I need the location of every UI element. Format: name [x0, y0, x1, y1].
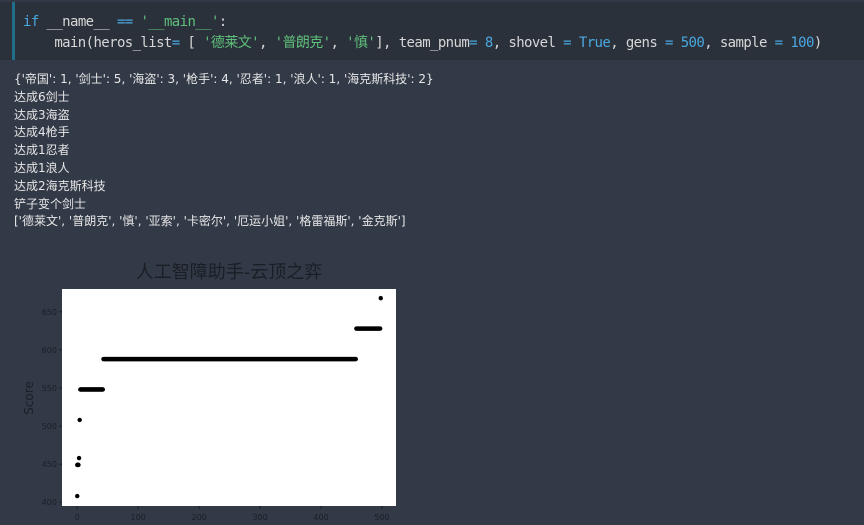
data-point: [378, 295, 383, 301]
data-point: [77, 417, 82, 423]
output-line: {'帝国': 1, '剑士': 5, '海盗': 3, '枪手': 4, '忍者…: [14, 72, 434, 86]
code-text: ,: [330, 35, 347, 51]
operator: =: [665, 35, 673, 51]
code-cell[interactable]: if __name__ == '__main__': main(heros_li…: [0, 2, 864, 60]
score-chart: 人工智障助手-云顶之弈 Score 0 100 200 300 400 500 400 450…: [22, 262, 396, 522]
x-tick-label: 200: [191, 513, 206, 522]
code-text: ], team_pnum: [375, 35, 470, 51]
y-tick-label: 400: [42, 498, 57, 507]
operator: =: [469, 35, 478, 51]
x-tick-label: 100: [131, 513, 146, 522]
code-text: :: [218, 14, 227, 30]
x-tick-label: 400: [313, 513, 328, 522]
y-tick-label: 550: [42, 384, 57, 393]
output-line: 达成4枪手: [14, 125, 70, 140]
output-line: ['德莱文', '普朗克', '慎', '亚索', '卡密尔', '厄运小姐',…: [14, 214, 406, 229]
data-point: [76, 462, 81, 468]
string: '普朗克': [274, 35, 331, 51]
output-line: 达成6剑士: [14, 89, 70, 104]
data-point: [100, 387, 106, 392]
operator: ==: [116, 14, 133, 30]
x-tick-label: 0: [75, 513, 80, 522]
code-line-1: if __name__ == '__main__':: [23, 12, 822, 33]
x-tick-label: 300: [252, 513, 267, 522]
string: '__main__': [140, 14, 219, 30]
data-point: [377, 326, 383, 331]
operator: =: [774, 35, 783, 51]
operator: =: [171, 35, 180, 51]
code-text: , gens: [610, 35, 665, 51]
x-tick-label: 500: [374, 513, 389, 522]
code-text: , sample: [704, 35, 775, 51]
data-point: [76, 455, 82, 461]
cell-output: {'帝国': 1, '剑士': 5, '海盗': 3, '枪手': 4, '忍者…: [14, 71, 434, 231]
data-point: [353, 356, 358, 362]
code-editor[interactable]: if __name__ == '__main__': main(heros_li…: [23, 12, 822, 54]
plot-area: [62, 289, 396, 506]
code-line-2: main(heros_list= [ '德莱文', '普朗克', '慎'], t…: [23, 33, 822, 54]
output-line: 达成1浪人: [14, 160, 70, 175]
string: '德莱文': [203, 35, 259, 51]
code-text: , shovel: [492, 35, 564, 51]
data-point: [75, 493, 80, 499]
y-tick-label: 600: [42, 346, 57, 355]
output-line: 铲子变个剑士: [14, 196, 87, 211]
code-text: __name__: [38, 14, 117, 30]
code-text: main(heros_list: [23, 35, 172, 51]
chart-title: 人工智障助手-云顶之弈: [136, 262, 323, 283]
number: 100: [790, 35, 814, 51]
output-line: 达成3海盗: [14, 107, 70, 122]
output-line: 达成2海克斯科技: [14, 178, 106, 193]
number: 8: [484, 35, 493, 51]
y-axis-label: Score: [22, 381, 36, 415]
code-text: ): [813, 35, 822, 51]
y-tick-label: 650: [42, 308, 57, 317]
cell-selection-bar: [12, 2, 15, 60]
y-tick-label: 450: [42, 460, 57, 469]
code-text: [: [179, 35, 204, 51]
code-text: ,: [258, 35, 275, 51]
keyword: True: [578, 35, 611, 51]
operator: =: [563, 35, 572, 51]
output-line: 达成1忍者: [14, 143, 70, 158]
keyword: if: [23, 14, 39, 30]
y-tick-label: 500: [42, 422, 57, 431]
number: 500: [680, 35, 705, 51]
string: '慎': [346, 35, 376, 51]
